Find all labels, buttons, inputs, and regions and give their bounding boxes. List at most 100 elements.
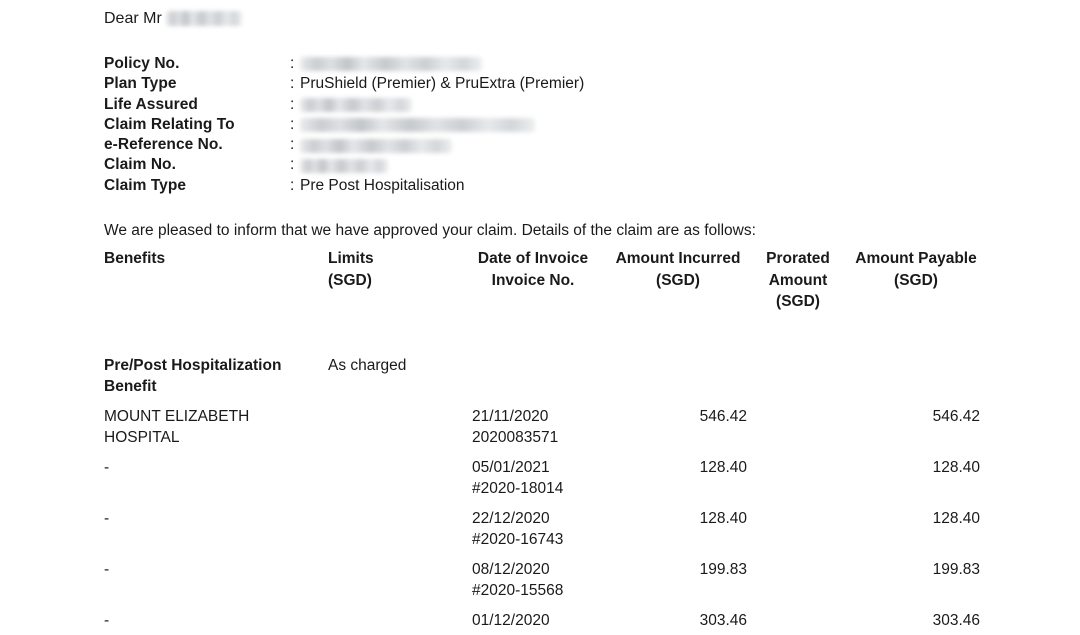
- column-header-benefits: Benefits: [104, 248, 328, 315]
- header-invoice-line1: Date of Invoice: [478, 250, 588, 267]
- header-invoice-line2: Invoice No.: [458, 270, 608, 292]
- cell-invoice: 05/01/2021#2020-18014: [458, 453, 608, 504]
- redacted-recipient-name: [166, 11, 242, 26]
- cell-invoice-date: 08/12/2020: [472, 561, 550, 578]
- cell-amount-incurred: 546.42: [608, 402, 748, 453]
- cell-amount-incurred: 303.46: [608, 606, 748, 635]
- column-header-limits: Limits (SGD): [328, 248, 458, 315]
- cell-benefit: -: [104, 606, 328, 635]
- detail-row: Claim Relating To:: [104, 115, 1004, 135]
- detail-separator: :: [290, 135, 294, 155]
- cell-amount-payable: 128.40: [848, 453, 984, 504]
- detail-separator: :: [290, 74, 294, 94]
- cell-benefit-line1: -: [104, 612, 109, 629]
- cell-amount-incurred: 128.40: [608, 453, 748, 504]
- redacted-value: [300, 139, 452, 153]
- detail-value: [300, 115, 535, 135]
- table-row: -22/12/2020#2020-16743128.40128.40: [104, 504, 984, 555]
- detail-separator: :: [290, 176, 294, 196]
- cell-invoice: 22/12/2020 #2020-16743: [458, 504, 608, 555]
- cell-invoice-date: 21/11/2020: [472, 408, 548, 425]
- table-body: Pre/Post HospitalizationBenefitAs charge…: [104, 315, 984, 635]
- redacted-value: [300, 57, 482, 71]
- detail-separator: :: [290, 115, 294, 135]
- detail-value: [300, 95, 412, 115]
- detail-separator: :: [290, 54, 294, 74]
- benefit-group-row: Pre/Post HospitalizationBenefitAs charge…: [104, 355, 984, 402]
- detail-value: [300, 54, 482, 74]
- empty-cell: [748, 355, 848, 402]
- detail-label: Claim Type: [104, 176, 186, 196]
- detail-row: Claim No.:: [104, 155, 1004, 175]
- empty-cell: [608, 355, 748, 402]
- detail-label: Policy No.: [104, 54, 179, 74]
- column-header-amount-incurred: Amount Incurred (SGD): [608, 248, 748, 315]
- header-limits-line2: (SGD): [328, 270, 458, 292]
- salutation-line: Dear Mr: [104, 8, 242, 29]
- cell-prorated-amount: [748, 504, 848, 555]
- empty-cell: [458, 355, 608, 402]
- header-incurred-line1: Amount Incurred: [616, 250, 741, 267]
- cell-prorated-amount: [748, 402, 848, 453]
- header-payable-line2: (SGD): [848, 270, 984, 292]
- cell-benefit-line1: -: [104, 561, 109, 578]
- cell-amount-payable: 128.40: [848, 504, 984, 555]
- header-limits-line1: Limits: [328, 250, 374, 267]
- benefit-group-name-line2: Benefit: [104, 376, 328, 398]
- detail-label: e-Reference No.: [104, 135, 223, 155]
- column-header-prorated-amount: Prorated Amount (SGD): [748, 248, 848, 315]
- cell-amount-payable: 546.42: [848, 402, 984, 453]
- cell-amount-payable: 199.83: [848, 555, 984, 606]
- benefit-group-limit: As charged: [328, 355, 458, 402]
- cell-invoice: 21/11/20202020083571: [458, 402, 608, 453]
- cell-prorated-amount: [748, 453, 848, 504]
- cell-limit: [328, 504, 458, 555]
- cell-amount-payable: 303.46: [848, 606, 984, 635]
- detail-value: Pre Post Hospitalisation: [300, 176, 465, 196]
- cell-prorated-amount: [748, 555, 848, 606]
- header-prorated-line2: Amount: [748, 270, 848, 292]
- salutation-text: Dear Mr: [104, 8, 162, 29]
- detail-row: Life Assured:: [104, 95, 1004, 115]
- detail-separator: :: [290, 95, 294, 115]
- empty-cell: [848, 355, 984, 402]
- detail-value: PruShield (Premier) & PruExtra (Premier): [300, 74, 584, 94]
- claim-details-table: Benefits Limits (SGD) Date of Invoice In…: [104, 248, 984, 635]
- redacted-value: [300, 118, 535, 132]
- table-row: -05/01/2021#2020-18014128.40128.40: [104, 453, 984, 504]
- benefit-group-name: Pre/Post HospitalizationBenefit: [104, 355, 328, 402]
- cell-amount-incurred: 128.40: [608, 504, 748, 555]
- cell-invoice-no: #2020-15568: [472, 580, 608, 602]
- detail-row: e-Reference No.:: [104, 135, 1004, 155]
- detail-value: [300, 135, 452, 155]
- cell-amount-incurred: 199.83: [608, 555, 748, 606]
- column-header-amount-payable: Amount Payable (SGD): [848, 248, 984, 315]
- header-prorated-line3: (SGD): [748, 291, 848, 313]
- spacer-cell: [104, 315, 984, 355]
- cell-benefit-line1: MOUNT ELIZABETH: [104, 408, 249, 425]
- cell-invoice-date: 01/12/2020: [472, 612, 550, 629]
- cell-benefit-line2: HOSPITAL: [104, 427, 328, 449]
- detail-value: [300, 155, 388, 175]
- detail-separator: :: [290, 155, 294, 175]
- cell-benefit: -: [104, 504, 328, 555]
- cell-limit: [328, 606, 458, 635]
- detail-label: Life Assured: [104, 95, 198, 115]
- table-row: -08/12/2020#2020-15568199.83199.83: [104, 555, 984, 606]
- column-header-invoice: Date of Invoice Invoice No.: [458, 248, 608, 315]
- cell-invoice-no: #2020-16743: [472, 529, 608, 551]
- table-header-row: Benefits Limits (SGD) Date of Invoice In…: [104, 248, 984, 315]
- header-incurred-line2: (SGD): [608, 270, 748, 292]
- detail-row: Policy No.:: [104, 54, 1004, 74]
- cell-limit: [328, 555, 458, 606]
- cell-invoice-date: 22/12/2020: [472, 510, 550, 527]
- cell-benefit-line1: -: [104, 459, 109, 476]
- cell-limit: [328, 453, 458, 504]
- cell-prorated-amount: [748, 606, 848, 635]
- cell-invoice: 08/12/2020 #2020-15568: [458, 555, 608, 606]
- header-payable-line1: Amount Payable: [855, 250, 976, 267]
- detail-row: Claim Type: Pre Post Hospitalisation: [104, 176, 1004, 196]
- detail-label: Plan Type: [104, 74, 177, 94]
- table-row: MOUNT ELIZABETH HOSPITAL 21/11/20202020083…: [104, 402, 984, 453]
- cell-invoice: 01/12/2020: [458, 606, 608, 635]
